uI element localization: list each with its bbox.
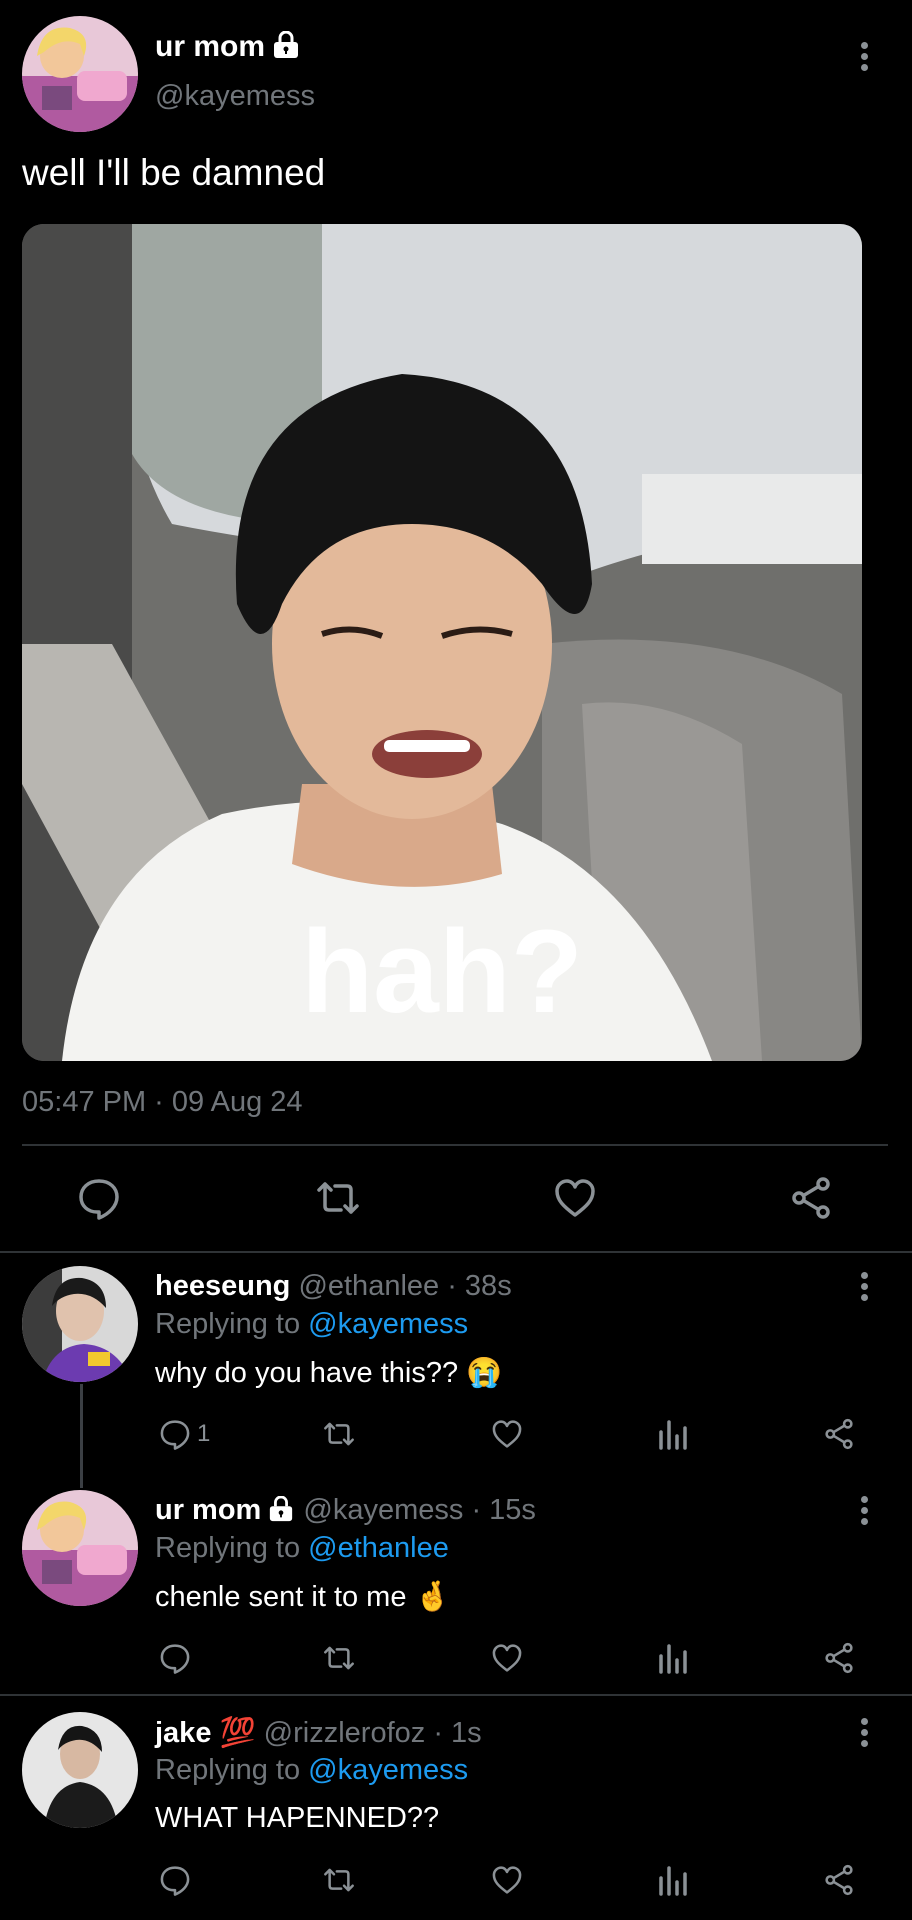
mention-link[interactable]: @kayemess <box>308 1308 468 1340</box>
reply-button[interactable]: 1 <box>159 1418 210 1450</box>
avatar-illustration <box>22 16 138 132</box>
reply-count: 1 <box>197 1420 211 1447</box>
speech-bubble-icon <box>79 1179 119 1220</box>
more-options-icon[interactable] <box>861 1718 869 1751</box>
bar-chart-icon <box>659 1866 687 1896</box>
replying-to: Replying to @kayemess <box>155 1308 468 1341</box>
reply-button[interactable] <box>77 1176 121 1220</box>
share-button[interactable] <box>789 1176 833 1220</box>
like-button[interactable] <box>491 1418 523 1450</box>
reply-text: why do you have this?? 😭 <box>155 1357 503 1389</box>
bar-chart-icon <box>659 1644 687 1674</box>
replying-to-label: Replying to <box>155 1532 301 1564</box>
avatar-photo <box>22 1712 138 1828</box>
divider <box>0 1694 912 1696</box>
share-icon <box>825 1418 853 1450</box>
handle[interactable]: @kayemess <box>155 80 315 113</box>
display-name[interactable]: ur mom <box>155 30 301 67</box>
avatar-photo <box>22 1266 138 1382</box>
retweet-button[interactable] <box>313 1176 363 1220</box>
avatar[interactable] <box>22 16 138 132</box>
mention-link[interactable]: @ethanlee <box>308 1532 449 1564</box>
reply-time: · 1s <box>433 1717 482 1749</box>
reply-time: · 38s <box>447 1270 512 1302</box>
heart-icon <box>492 1866 522 1894</box>
replying-to: Replying to @ethanlee <box>155 1532 449 1565</box>
replying-to: Replying to @kayemess <box>155 1754 468 1787</box>
retweet-icon <box>324 1646 354 1670</box>
mention-link[interactable]: @kayemess <box>308 1754 468 1786</box>
speech-bubble-icon <box>160 1420 190 1450</box>
share-icon <box>825 1864 853 1896</box>
reply-header: jake 💯 @rizzlerofoz · 1s <box>155 1716 482 1750</box>
display-name[interactable]: ur mom <box>155 1494 261 1526</box>
display-name[interactable]: jake 💯 <box>155 1717 256 1749</box>
reply-text: chenle sent it to me 🤞 <box>155 1581 451 1613</box>
heart-icon <box>492 1644 522 1672</box>
reply-header: ur mom @kayemess · 15s <box>155 1494 536 1530</box>
retweet-icon <box>324 1422 354 1446</box>
lock-icon <box>267 1495 295 1530</box>
media-caption: hah? <box>301 906 583 1038</box>
more-options-icon[interactable] <box>861 42 869 75</box>
divider <box>22 1144 888 1146</box>
reply-button[interactable] <box>159 1864 191 1896</box>
handle[interactable]: @ethanlee <box>298 1270 439 1302</box>
share-button[interactable] <box>823 1418 855 1450</box>
retweet-button[interactable] <box>321 1418 357 1450</box>
retweet-icon <box>317 1182 359 1214</box>
speech-bubble-icon <box>160 1644 190 1674</box>
reply-button[interactable] <box>159 1642 191 1674</box>
heart-icon <box>492 1420 522 1448</box>
tweet-text: well I'll be damned <box>22 152 326 193</box>
like-button[interactable] <box>553 1176 597 1220</box>
speech-bubble-icon <box>160 1866 190 1896</box>
replying-to-label: Replying to <box>155 1308 301 1340</box>
replying-to-label: Replying to <box>155 1754 301 1786</box>
share-icon <box>825 1642 853 1674</box>
views-button[interactable] <box>657 1864 689 1896</box>
timestamp[interactable]: 05:47 PM · 09 Aug 24 <box>22 1086 303 1119</box>
bar-chart-icon <box>659 1420 687 1450</box>
divider <box>0 1251 912 1253</box>
lock-icon <box>271 30 301 67</box>
reply-text: WHAT HAPENNED?? <box>155 1802 440 1834</box>
share-icon <box>792 1177 830 1219</box>
retweet-icon <box>324 1868 354 1892</box>
retweet-button[interactable] <box>321 1642 357 1674</box>
like-button[interactable] <box>491 1864 523 1896</box>
avatar[interactable] <box>22 1712 138 1828</box>
views-button[interactable] <box>657 1642 689 1674</box>
reply-time: · 15s <box>471 1494 536 1526</box>
more-options-icon[interactable] <box>861 1272 869 1305</box>
heart-icon <box>555 1179 595 1217</box>
share-button[interactable] <box>823 1642 855 1674</box>
avatar[interactable] <box>22 1490 138 1606</box>
share-button[interactable] <box>823 1864 855 1896</box>
reply-header: heeseung @ethanlee · 38s <box>155 1270 512 1303</box>
retweet-button[interactable] <box>321 1864 357 1896</box>
like-button[interactable] <box>491 1642 523 1674</box>
avatar[interactable] <box>22 1266 138 1382</box>
tweet-media[interactable]: hah? <box>22 224 862 1061</box>
display-name[interactable]: heeseung <box>155 1270 290 1302</box>
views-button[interactable] <box>657 1418 689 1450</box>
handle[interactable]: @rizzlerofoz <box>264 1717 426 1749</box>
handle[interactable]: @kayemess <box>303 1494 463 1526</box>
thread-line <box>80 1384 83 1488</box>
avatar-illustration <box>22 1490 138 1606</box>
more-options-icon[interactable] <box>861 1496 869 1529</box>
